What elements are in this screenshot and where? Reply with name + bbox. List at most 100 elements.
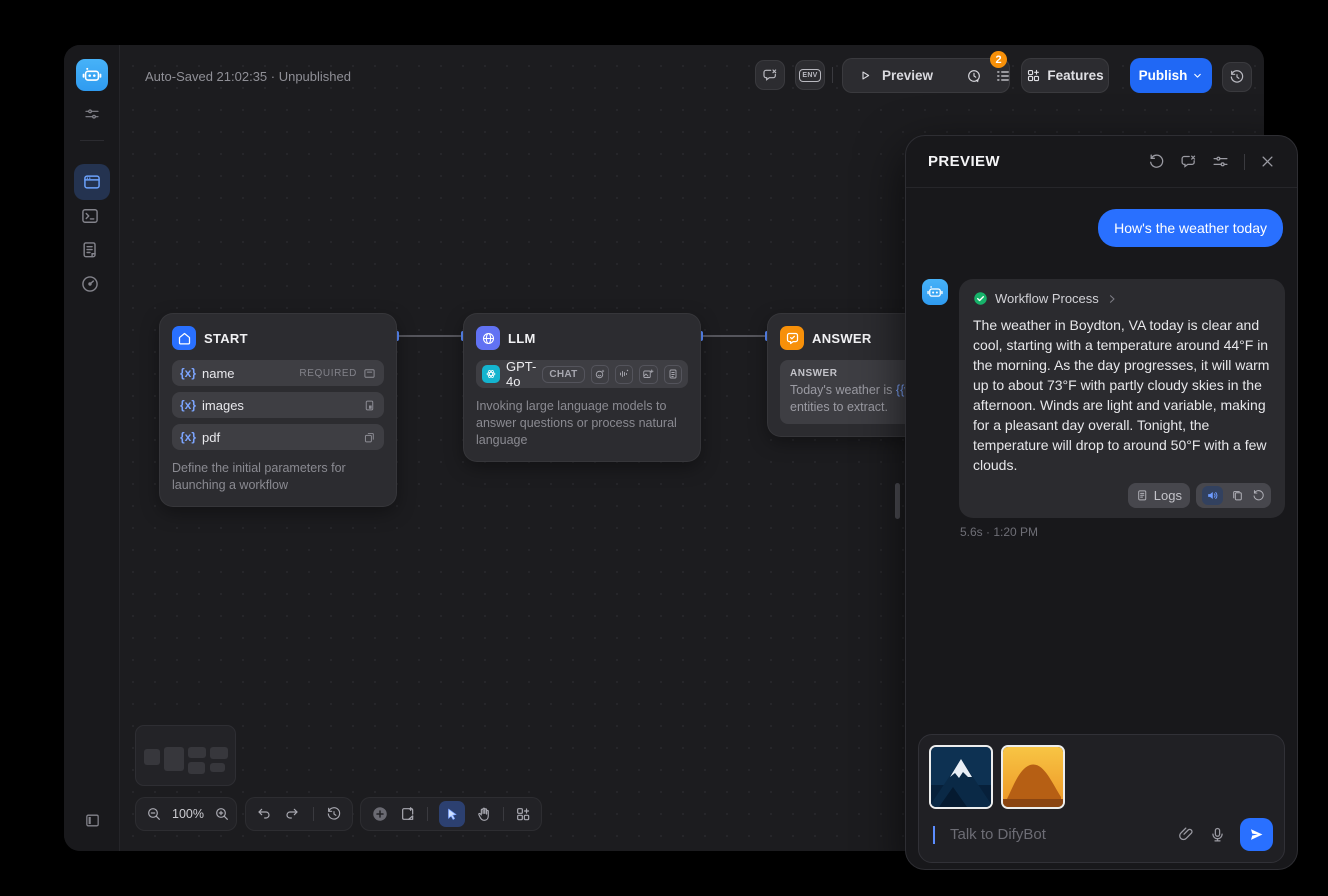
send-button[interactable]	[1240, 818, 1273, 851]
node-llm[interactable]: LLM GPT-4o CHAT Invoking large language …	[463, 313, 701, 462]
chat-mode-badge: CHAT	[542, 366, 584, 383]
image-thumbnail-mountain-blue[interactable]	[929, 745, 993, 809]
run-time-icon[interactable]	[966, 68, 982, 84]
speaker-icon[interactable]	[1202, 486, 1223, 505]
organize-nodes-button[interactable]	[515, 806, 531, 822]
preview-panel: PREVIEW How's the weather today Workflow…	[905, 135, 1298, 870]
pointer-tool-button[interactable]	[439, 801, 465, 827]
features-label: Features	[1047, 68, 1103, 83]
model-name: GPT-4o	[506, 359, 536, 389]
workflow-process-toggle[interactable]: Workflow Process	[973, 291, 1271, 306]
bot-message-text: The weather in Boydton, VA today is clea…	[973, 315, 1271, 475]
chat-input[interactable]: Talk to DifyBot	[950, 826, 1164, 843]
settings-sliders-icon[interactable]	[1212, 153, 1229, 170]
llm-icon	[476, 326, 500, 350]
add-node-button[interactable]	[371, 805, 389, 823]
chat-x-icon[interactable]	[1180, 153, 1197, 170]
preview-header: PREVIEW	[906, 136, 1297, 188]
app-settings-icon[interactable]	[84, 106, 100, 122]
sidebar-item-logs[interactable]	[80, 240, 100, 260]
redo-button[interactable]	[284, 806, 300, 822]
copy-icon[interactable]	[1231, 489, 1244, 502]
edge-llm-answer	[701, 335, 767, 337]
toolbar-divider	[503, 807, 504, 821]
collapse-sidebar-icon[interactable]	[84, 812, 101, 829]
chevron-down-icon	[1192, 70, 1203, 81]
toolbar-divider	[427, 807, 428, 821]
success-check-icon	[973, 291, 988, 306]
variable-name: images	[202, 398, 357, 413]
publish-label: Publish	[1139, 68, 1188, 83]
preview-run-button[interactable]: Preview	[882, 68, 933, 83]
logs-button[interactable]: Logs	[1128, 483, 1190, 508]
env-variables-button[interactable]: ENV	[795, 60, 825, 90]
change-history-button[interactable]	[326, 806, 342, 822]
minimap-node	[210, 763, 225, 772]
home-icon	[172, 326, 196, 350]
node-description: Invoking large language models to answer…	[476, 398, 688, 449]
start-var-name[interactable]: {x} name REQUIRED	[172, 360, 384, 386]
required-label: REQUIRED	[299, 368, 357, 379]
chat-debug-button[interactable]	[755, 60, 785, 90]
play-icon[interactable]	[858, 68, 873, 83]
microphone-icon[interactable]	[1209, 826, 1226, 843]
vision-capability-icon	[591, 365, 609, 384]
node-title: ANSWER	[812, 331, 872, 346]
features-icon	[1026, 68, 1041, 83]
document-capability-icon	[664, 365, 682, 384]
run-preview-group: Preview 2	[842, 58, 1010, 93]
checklist-icon[interactable]	[995, 68, 1011, 84]
undo-button[interactable]	[256, 806, 272, 822]
version-history-button[interactable]	[1222, 62, 1252, 92]
node-title: START	[204, 331, 248, 346]
user-message-bubble: How's the weather today	[1098, 209, 1283, 247]
restart-conversation-icon[interactable]	[1148, 153, 1165, 170]
workflow-process-label: Workflow Process	[995, 291, 1099, 306]
checklist-badge: 2	[990, 51, 1007, 68]
toolbar-divider	[313, 807, 314, 821]
sidebar-item-orchestrate[interactable]	[74, 164, 110, 200]
image-thumbnail-mountain-orange[interactable]	[1001, 745, 1065, 809]
files-copy-icon	[363, 431, 376, 444]
canvas-scrollbar-thumb[interactable]	[895, 483, 900, 519]
zoom-out-button[interactable]	[146, 806, 162, 822]
logs-label: Logs	[1154, 488, 1182, 503]
env-icon: ENV	[799, 69, 821, 82]
zoom-in-button[interactable]	[214, 806, 230, 822]
header-divider	[1244, 154, 1245, 170]
bot-message-card: Workflow Process The weather in Boydton,…	[959, 279, 1285, 518]
app-avatar[interactable]	[76, 59, 108, 91]
sidebar-item-monitoring[interactable]	[80, 274, 100, 294]
minimap[interactable]	[135, 725, 236, 786]
attach-file-icon[interactable]	[1178, 826, 1195, 843]
answer-icon	[780, 326, 804, 350]
minimap-node	[164, 747, 184, 771]
message-meta: 5.6s · 1:20 PM	[960, 525, 1285, 539]
sidebar-item-terminal[interactable]	[80, 206, 100, 226]
text-input-icon	[363, 367, 376, 380]
node-start[interactable]: START {x} name REQUIRED {x} images {x} p…	[159, 313, 397, 507]
features-button[interactable]: Features	[1021, 58, 1109, 93]
regenerate-icon[interactable]	[1252, 489, 1265, 502]
hand-tool-button[interactable]	[476, 806, 492, 822]
llm-model-row[interactable]: GPT-4o CHAT	[476, 360, 688, 388]
history-icon	[1229, 69, 1245, 85]
start-var-images[interactable]: {x} images	[172, 392, 384, 418]
close-icon[interactable]	[1260, 154, 1275, 169]
add-note-button[interactable]	[400, 806, 416, 822]
topbar-divider	[832, 67, 833, 83]
bot-message-row: Workflow Process The weather in Boydton,…	[922, 279, 1285, 539]
publish-button[interactable]: Publish	[1130, 58, 1212, 93]
audio-capability-icon	[615, 365, 633, 384]
zoom-level[interactable]: 100%	[172, 807, 204, 821]
preview-title: PREVIEW	[928, 153, 1133, 170]
variable-tag: {x}	[180, 430, 196, 444]
variable-tag: {x}	[180, 398, 196, 412]
chat-x-icon	[762, 67, 778, 83]
bot-avatar	[922, 279, 948, 305]
node-title: LLM	[508, 331, 536, 346]
image-capability-icon	[639, 365, 657, 384]
save-status: Auto-Saved 21:02:35 · Unpublished	[145, 69, 351, 84]
start-var-pdf[interactable]: {x} pdf	[172, 424, 384, 450]
minimap-node	[188, 747, 206, 758]
